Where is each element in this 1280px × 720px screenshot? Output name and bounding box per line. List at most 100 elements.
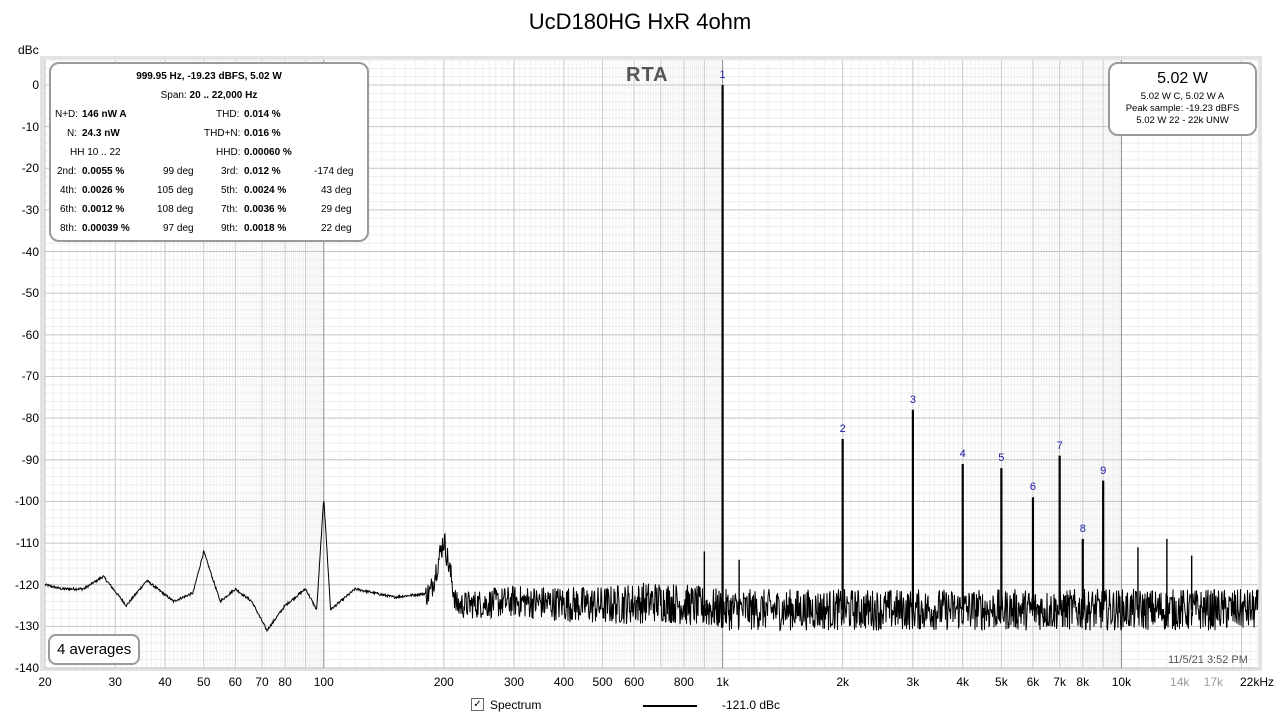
h4-phase: 105 deg bbox=[157, 185, 194, 196]
h8-value: 0.00039 % bbox=[82, 223, 130, 234]
power-weighted: 5.02 W C, 5.02 W A bbox=[1140, 91, 1225, 102]
y-tick-label: -120 bbox=[14, 577, 39, 592]
h7-value: 0.0036 % bbox=[244, 204, 287, 215]
h4-value: 0.0026 % bbox=[82, 185, 125, 196]
y-tick-label: -110 bbox=[15, 536, 39, 551]
x-tick-label: 4k bbox=[956, 675, 970, 689]
x-tick-label: 17k bbox=[1203, 675, 1224, 689]
x-tick-label: 22kHz bbox=[1240, 675, 1275, 689]
harmonic-label-7: 7 bbox=[1056, 439, 1063, 452]
y-tick-label: -80 bbox=[21, 411, 39, 426]
legend-series-label: Spectrum bbox=[490, 698, 542, 712]
rta-label: RTA bbox=[626, 64, 669, 86]
legend-line-swatch bbox=[643, 705, 697, 707]
x-tick-label: 800 bbox=[673, 675, 694, 689]
peak-sample: Peak sample: -19.23 dBFS bbox=[1125, 103, 1240, 114]
harmonic-label-5: 5 bbox=[998, 452, 1005, 465]
h2-value: 0.0055 % bbox=[82, 166, 125, 177]
x-tick-label: 100 bbox=[313, 675, 334, 689]
x-tick-label: 5k bbox=[995, 675, 1008, 689]
hhd-label: HHD: bbox=[216, 147, 241, 158]
y-tick-label: -140 bbox=[14, 661, 39, 675]
span-value: 20 .. 22,000 Hz bbox=[189, 90, 258, 101]
y-tick-label: -10 bbox=[21, 119, 39, 134]
h5-value: 0.0024 % bbox=[244, 185, 287, 196]
harmonic-label-3: 3 bbox=[909, 393, 916, 406]
timestamp: 11/5/21 3:52 PM bbox=[1168, 654, 1248, 666]
y-tick-label: -30 bbox=[21, 202, 39, 217]
legend-cursor-value: -121.0 dBc bbox=[722, 698, 781, 712]
h8-label: 8th: bbox=[60, 223, 77, 234]
y-tick-label: -90 bbox=[21, 452, 39, 467]
spectrum-checkbox[interactable]: ✓ bbox=[471, 698, 484, 711]
n-value: 24.3 nW bbox=[82, 128, 120, 139]
y-tick-label: -100 bbox=[14, 494, 39, 509]
h9-label: 9th: bbox=[221, 223, 238, 234]
x-tick-label: 20 bbox=[38, 675, 52, 689]
x-tick-label: 2k bbox=[836, 675, 849, 689]
x-tick-label: 300 bbox=[504, 675, 525, 689]
h6-value: 0.0012 % bbox=[82, 204, 125, 215]
harmonic-label-6: 6 bbox=[1029, 481, 1036, 494]
n-label: N: bbox=[67, 128, 77, 139]
h3-label: 3rd: bbox=[221, 166, 239, 177]
h9-phase: 22 deg bbox=[321, 223, 352, 234]
harmonic-label-2: 2 bbox=[839, 422, 846, 435]
h2-label: 2nd: bbox=[57, 166, 77, 177]
nd-label: N+D: bbox=[55, 109, 79, 120]
h7-phase: 29 deg bbox=[321, 204, 352, 215]
y-tick-label: -60 bbox=[21, 327, 39, 342]
harmonic-label-9: 9 bbox=[1100, 464, 1107, 477]
h5-phase: 43 deg bbox=[321, 185, 352, 196]
y-tick-label: -50 bbox=[21, 286, 39, 301]
x-tick-label: 70 bbox=[255, 675, 269, 689]
x-tick-label: 40 bbox=[158, 675, 172, 689]
span-label: Span: bbox=[160, 90, 187, 101]
h3-value: 0.012 % bbox=[244, 166, 281, 177]
y-tick-label: -70 bbox=[21, 369, 39, 384]
measurement-info-panel: 999.95 Hz, -19.23 dBFS, 5.02 W Span: 20 … bbox=[49, 62, 369, 242]
thdn-label: THD+N: bbox=[204, 128, 241, 139]
info-header: 999.95 Hz, -19.23 dBFS, 5.02 W bbox=[136, 71, 282, 82]
x-tick-label: 500 bbox=[592, 675, 613, 689]
x-tick-label: 6k bbox=[1026, 675, 1040, 689]
x-tick-label: 200 bbox=[433, 675, 454, 689]
y-tick-label: 0 bbox=[32, 77, 39, 92]
x-tick-label: 30 bbox=[108, 675, 122, 689]
h9-value: 0.0018 % bbox=[244, 223, 287, 234]
y-tick-label: -20 bbox=[21, 161, 39, 176]
h6-label: 6th: bbox=[60, 204, 77, 215]
nd-value: 146 nW A bbox=[82, 109, 127, 120]
thdn-value: 0.016 % bbox=[244, 128, 281, 139]
power-unweighted: 5.02 W 22 - 22k UNW bbox=[1136, 115, 1229, 126]
y-tick-label: -40 bbox=[21, 244, 39, 259]
power-value: 5.02 W bbox=[1157, 70, 1208, 87]
x-tick-label: 80 bbox=[278, 675, 292, 689]
hh-label: HH 10 .. 22 bbox=[70, 147, 121, 158]
h3-phase: -174 deg bbox=[314, 166, 354, 177]
x-tick-label: 3k bbox=[906, 675, 920, 689]
info-span: Span: 20 .. 22,000 Hz bbox=[51, 90, 367, 101]
x-tick-label: 10k bbox=[1111, 675, 1132, 689]
h8-phase: 97 deg bbox=[163, 223, 194, 234]
hhd-value: 0.00060 % bbox=[244, 147, 292, 158]
x-tick-label: 60 bbox=[228, 675, 242, 689]
x-tick-label: 8k bbox=[1076, 675, 1090, 689]
x-tick-label: 7k bbox=[1053, 675, 1066, 689]
x-tick-label: 50 bbox=[197, 675, 211, 689]
averages-badge: 4 averages bbox=[48, 634, 141, 665]
x-tick-label: 600 bbox=[624, 675, 645, 689]
thd-label: THD: bbox=[216, 109, 240, 120]
x-tick-label: 14k bbox=[1170, 675, 1190, 689]
h2-phase: 99 deg bbox=[163, 166, 194, 177]
x-tick-label: 400 bbox=[553, 675, 574, 689]
y-tick-label: -130 bbox=[14, 619, 39, 634]
thd-value: 0.014 % bbox=[244, 109, 281, 120]
h7-label: 7th: bbox=[221, 204, 238, 215]
h5-label: 5th: bbox=[221, 185, 238, 196]
h6-phase: 108 deg bbox=[157, 204, 194, 215]
power-readout-panel: 5.02 W 5.02 W C, 5.02 W A Peak sample: -… bbox=[1108, 62, 1257, 136]
harmonic-label-1: 1 bbox=[719, 68, 726, 81]
harmonic-label-4: 4 bbox=[959, 447, 966, 460]
x-tick-label: 1k bbox=[716, 675, 729, 689]
